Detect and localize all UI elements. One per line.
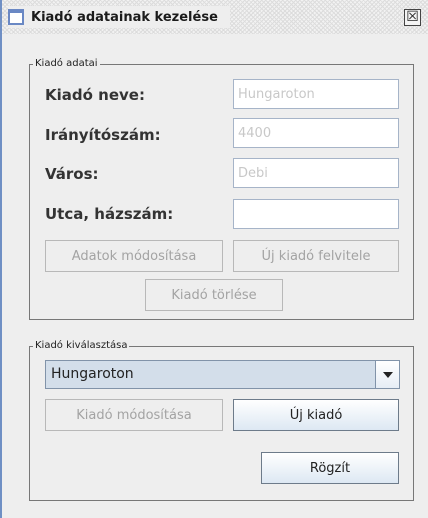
delete-publisher-button[interactable]: Kiadó törlése — [145, 279, 283, 311]
street-input[interactable] — [233, 199, 399, 229]
publisher-select-group-title: Kiadó kiválasztása — [33, 339, 130, 353]
window-icon — [8, 9, 24, 25]
title-bar[interactable]: Kiadó adatainak kezelése ☒ — [2, 0, 428, 34]
publisher-select[interactable]: Hungaroton — [45, 360, 400, 389]
zip-code-label: Irányítószám: — [45, 126, 161, 144]
publisher-name-input[interactable] — [233, 79, 399, 109]
window-title: Kiadó adatainak kezelése — [31, 9, 218, 25]
close-icon[interactable]: ☒ — [404, 9, 421, 26]
save-button[interactable]: Rögzít — [261, 452, 399, 484]
street-label: Utca, házszám: — [45, 205, 174, 223]
title-wrap: Kiadó adatainak kezelése — [8, 6, 230, 28]
add-publisher-button[interactable]: Új kiadó felvitele — [233, 240, 399, 272]
chevron-down-icon[interactable] — [375, 361, 399, 388]
city-label: Város: — [45, 165, 99, 183]
modify-publisher-button[interactable]: Kiadó módosítása — [45, 399, 223, 431]
modify-data-button[interactable]: Adatok módosítása — [45, 240, 223, 272]
publisher-dialog: Kiadó adatainak kezelése ☒ Kiadó adatai … — [0, 0, 428, 518]
zip-code-input[interactable] — [233, 118, 399, 148]
new-publisher-button[interactable]: Új kiadó — [233, 399, 399, 431]
publisher-data-group-title: Kiadó adatai — [33, 57, 100, 71]
publisher-select-value: Hungaroton — [51, 366, 134, 382]
city-input[interactable] — [233, 158, 399, 188]
publisher-name-label: Kiadó neve: — [45, 86, 145, 104]
